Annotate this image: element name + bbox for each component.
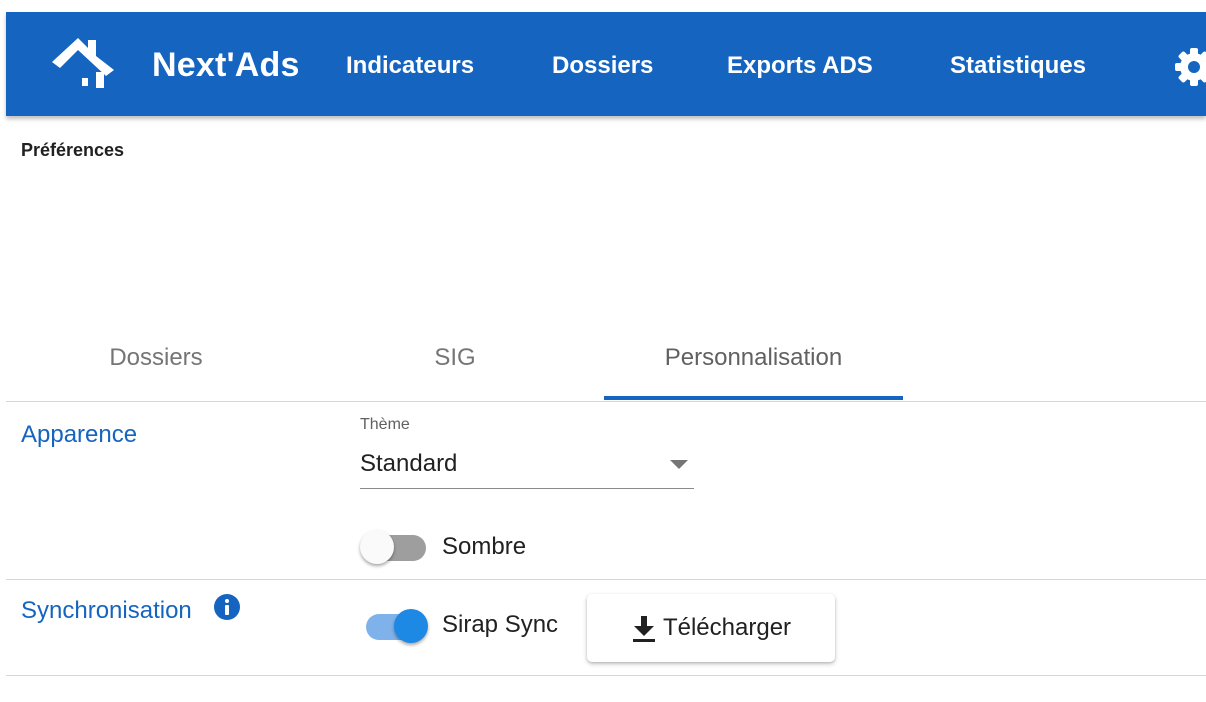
theme-select[interactable]: Standard	[360, 444, 694, 489]
preferences-tabs: Dossiers SIG Personnalisation	[6, 316, 1206, 402]
sirap-sync-label: Sirap Sync	[442, 611, 559, 638]
app-brand[interactable]: Next'Ads	[152, 46, 300, 85]
tab-dossiers[interactable]: Dossiers	[6, 316, 306, 400]
sirap-sync-toggle-thumb	[394, 609, 428, 643]
active-tab-indicator	[604, 396, 903, 400]
nav-indicateurs[interactable]: Indicateurs	[346, 52, 474, 80]
nav-exports-ads[interactable]: Exports ADS	[727, 52, 873, 80]
sync-section-label: Synchronisation	[21, 597, 192, 624]
tab-personnalisation[interactable]: Personnalisation	[604, 316, 903, 400]
dark-mode-toggle[interactable]	[360, 525, 428, 565]
chevron-down-icon	[670, 460, 688, 469]
theme-select-value: Standard	[360, 450, 458, 477]
section-divider-bottom	[6, 675, 1206, 676]
page-title: Préférences	[21, 140, 125, 160]
section-divider	[6, 579, 1206, 580]
info-icon[interactable]	[214, 594, 240, 620]
dark-mode-label: Sombre	[442, 533, 527, 560]
nav-statistiques[interactable]: Statistiques	[950, 52, 1086, 80]
appearance-section-label: Apparence	[21, 421, 138, 448]
download-button-label: Télécharger	[662, 614, 792, 641]
gear-icon[interactable]	[1174, 47, 1206, 87]
nav-dossiers[interactable]: Dossiers	[552, 52, 653, 80]
top-app-bar: Next'Ads Indicateurs Dossiers Exports AD…	[6, 12, 1206, 116]
house-logo-icon[interactable]	[48, 36, 120, 92]
dark-mode-toggle-thumb	[360, 530, 394, 564]
tab-sig[interactable]: SIG	[306, 316, 604, 400]
theme-field-label: Thème	[360, 416, 410, 433]
download-icon	[632, 616, 655, 642]
sirap-sync-toggle[interactable]	[360, 604, 428, 644]
tabs-divider	[6, 401, 1206, 402]
download-button[interactable]: Télécharger	[587, 594, 835, 662]
